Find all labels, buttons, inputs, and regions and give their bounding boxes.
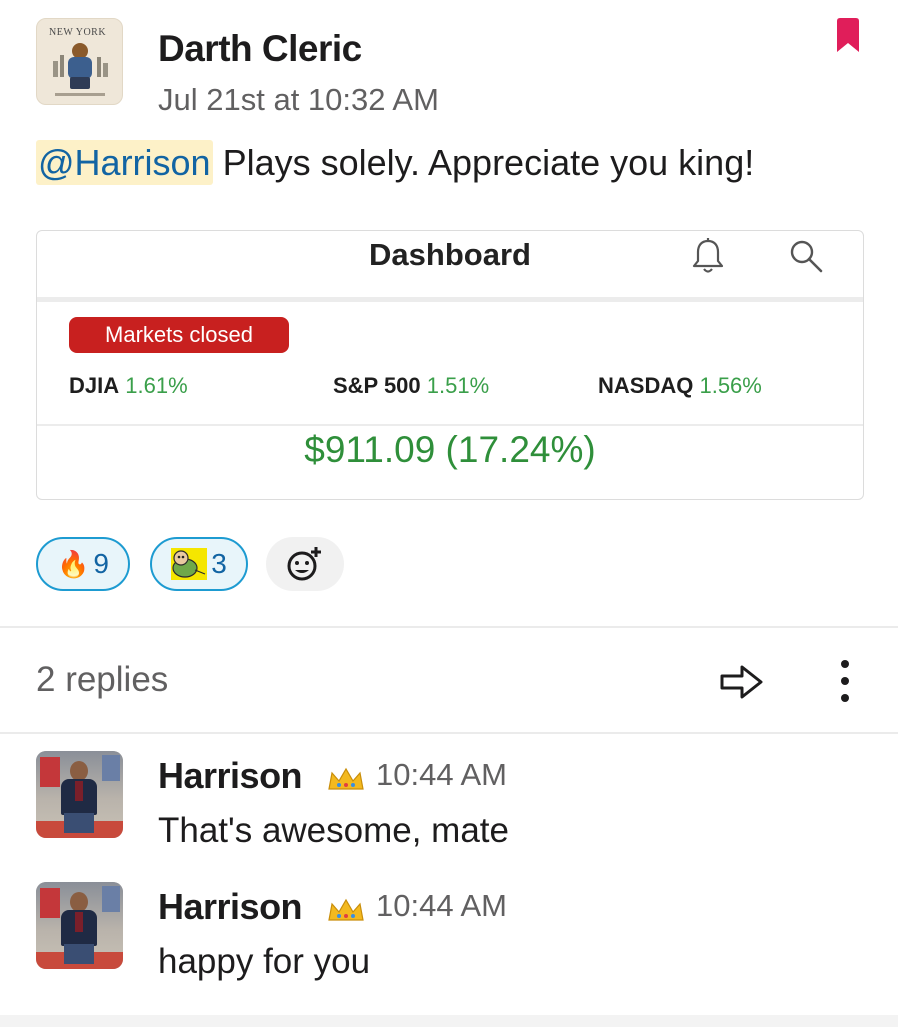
index-name: NASDAQ bbox=[598, 373, 694, 398]
reaction-fire[interactable]: 🔥 9 bbox=[36, 537, 130, 591]
markets-status-badge: Markets closed bbox=[69, 317, 289, 353]
replies-count[interactable]: 2 replies bbox=[36, 660, 168, 700]
author-avatar[interactable]: NEW YORK bbox=[36, 18, 123, 105]
search-icon bbox=[790, 240, 823, 273]
crown-icon bbox=[328, 898, 364, 921]
message-text: Plays solely. Appreciate you king! bbox=[212, 142, 755, 183]
avatar-detail bbox=[40, 888, 60, 918]
market-indices: DJIA 1.61% S&P 500 1.51% NASDAQ 1.56% bbox=[37, 373, 863, 403]
bear-legs bbox=[70, 77, 90, 89]
reply-item: Harrison 10:44 AM That's awesome, mate bbox=[36, 751, 876, 861]
reply-timestamp[interactable]: 10:44 AM bbox=[376, 888, 507, 924]
index-change: 1.56% bbox=[699, 373, 762, 398]
bell-icon bbox=[692, 238, 724, 273]
dashboard-topbar: Dashboard bbox=[37, 231, 863, 301]
avatar-detail bbox=[75, 781, 83, 801]
avatar-caption: NEW YORK bbox=[49, 27, 107, 38]
crown-icon bbox=[328, 767, 364, 790]
dashboard-attachment[interactable]: Dashboard Markets closed DJIA 1.61% S&P … bbox=[36, 230, 864, 500]
dashboard-divider bbox=[37, 297, 863, 302]
thread-replies-bar: 2 replies bbox=[0, 628, 898, 732]
message-body: @Harrison Plays solely. Appreciate you k… bbox=[36, 140, 755, 185]
message-header: NEW YORK Darth Cleric Jul 21st at 10:32 … bbox=[36, 18, 866, 117]
reply-text: That's awesome, mate bbox=[158, 811, 509, 850]
index-nasdaq: NASDAQ 1.56% bbox=[598, 373, 762, 399]
portfolio-gain: $911.09 (17.24%) bbox=[304, 429, 596, 470]
bottom-divider bbox=[0, 1015, 898, 1027]
avatar-detail bbox=[70, 761, 88, 781]
index-change: 1.51% bbox=[426, 373, 490, 398]
index-sp500: S&P 500 1.51% bbox=[333, 373, 489, 399]
reaction-pepe[interactable]: 3 bbox=[150, 537, 248, 591]
fire-icon: 🔥 bbox=[57, 549, 90, 579]
index-name: S&P 500 bbox=[333, 373, 421, 398]
avatar-detail bbox=[64, 944, 94, 964]
more-options-icon[interactable] bbox=[832, 658, 858, 704]
dashboard-separator bbox=[37, 424, 863, 426]
message-timestamp[interactable]: Jul 21st at 10:32 AM bbox=[158, 82, 439, 118]
pepe-baby-icon bbox=[171, 548, 208, 580]
reply-timestamp[interactable]: 10:44 AM bbox=[376, 757, 507, 793]
bookmark-icon[interactable] bbox=[834, 18, 862, 54]
avatar-detail bbox=[40, 757, 60, 787]
dashboard-title: Dashboard bbox=[369, 237, 531, 272]
avatar-tagline bbox=[55, 93, 105, 96]
reply-text: happy for you bbox=[158, 942, 371, 981]
divider bbox=[0, 732, 898, 734]
reply-avatar[interactable] bbox=[36, 751, 123, 838]
share-arrow-icon[interactable] bbox=[718, 662, 766, 702]
index-name: DJIA bbox=[69, 373, 120, 398]
avatar-detail bbox=[75, 912, 83, 932]
reaction-count: 3 bbox=[211, 548, 227, 579]
reactions-row: 🔥 9 3 bbox=[36, 537, 366, 593]
user-mention[interactable]: @Harrison bbox=[36, 140, 213, 185]
add-reaction-button[interactable] bbox=[266, 537, 344, 591]
index-djia: DJIA 1.61% bbox=[69, 373, 188, 399]
reply-item: Harrison 10:44 AM happy for you bbox=[36, 882, 876, 992]
add-emoji-icon bbox=[287, 547, 321, 581]
avatar-detail bbox=[64, 813, 94, 833]
avatar-detail bbox=[102, 755, 120, 781]
bear-body bbox=[68, 57, 92, 79]
reaction-count: 9 bbox=[93, 548, 109, 579]
reply-avatar[interactable] bbox=[36, 882, 123, 969]
author-name[interactable]: Darth Cleric bbox=[158, 28, 362, 70]
reply-author[interactable]: Harrison bbox=[158, 886, 303, 928]
avatar-detail bbox=[70, 892, 88, 912]
avatar-detail bbox=[102, 886, 120, 912]
reply-author[interactable]: Harrison bbox=[158, 755, 303, 797]
index-change: 1.61% bbox=[125, 373, 188, 398]
